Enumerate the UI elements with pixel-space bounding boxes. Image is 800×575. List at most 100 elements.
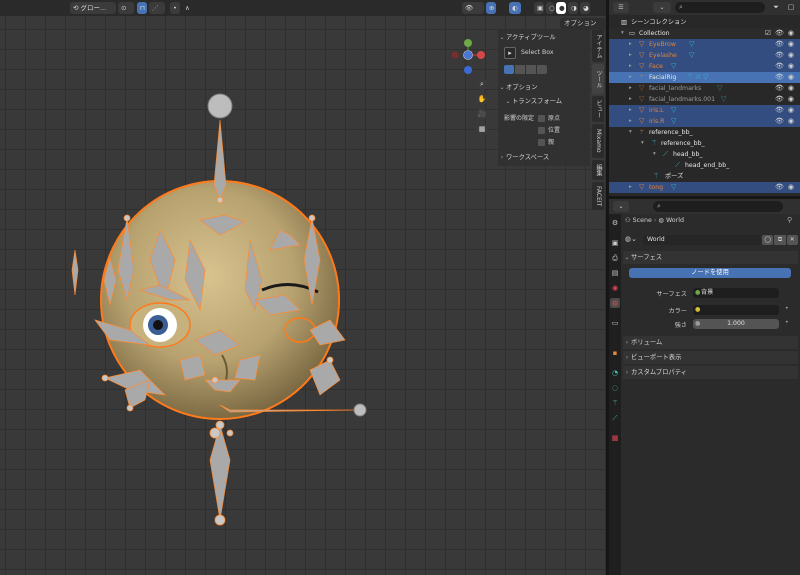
mesh-icon: ▽ — [639, 117, 645, 125]
outliner-row[interactable]: ▾ ⚚ reference_bb_ — [609, 138, 800, 149]
editor-type-dropdown[interactable]: ☰ — [613, 2, 629, 13]
row-toggles[interactable]: 👁◉ — [775, 182, 798, 193]
mode-set-button[interactable] — [504, 65, 514, 74]
world-tab-icon[interactable]: ◍ — [610, 298, 620, 308]
outliner-row[interactable]: ▸ ▽ Face ▽ 👁◉ — [609, 61, 800, 72]
outliner-search-input[interactable]: ⌕ — [675, 2, 765, 13]
outliner-scene-collection[interactable]: ▥ シーンコレクション — [609, 17, 800, 28]
outliner-row[interactable]: ▾ ⟋ head_bb_ — [609, 149, 800, 160]
tab-edit[interactable]: 編集 — [592, 160, 604, 180]
tab-faceit[interactable]: FACEIT — [592, 182, 604, 210]
jaw-control-bone[interactable] — [353, 403, 367, 417]
fake-user-icon[interactable]: ◯ — [762, 235, 774, 245]
tool-tab-icon[interactable]: ⚙ — [610, 218, 620, 228]
affect-origin-checkbox[interactable] — [538, 115, 545, 122]
filter-button[interactable]: ⏷ — [769, 2, 783, 13]
affect-parent-label: 親 — [548, 139, 555, 146]
row-toggles[interactable]: ☑👁◉ — [765, 28, 798, 39]
outliner-row[interactable]: ▸ ▽ facial_landmarks ▽ 👁◉ — [609, 83, 800, 94]
mode-subtract-button[interactable] — [526, 65, 536, 74]
zoom-button[interactable]: ⌕ — [476, 78, 488, 90]
gizmo-neg-z-axis[interactable] — [463, 50, 473, 60]
row-toggles[interactable]: 👁◉ — [775, 50, 798, 61]
row-toggles[interactable]: 👁◉ — [775, 39, 798, 50]
active-tool-header[interactable]: ⌄アクティブツール — [498, 32, 590, 44]
tab-mixamo[interactable]: Mixamo — [592, 124, 604, 158]
data-tab-icon[interactable]: ⚚ — [610, 398, 620, 408]
pin-icon[interactable]: ⚲ — [787, 216, 792, 224]
transform-subheader[interactable]: ⌄トランスフォーム — [504, 96, 596, 108]
affect-parent-checkbox[interactable] — [538, 139, 545, 146]
keyframe-dot-icon[interactable]: • — [785, 305, 789, 312]
render-tab-icon[interactable]: ▣ — [610, 238, 620, 248]
outliner-row[interactable]: ▸ ▽ iris.R ▽ 👁◉ — [609, 116, 800, 127]
properties-search-input[interactable]: ⌕ — [653, 201, 783, 212]
camera-view-button[interactable]: 🎥 — [476, 108, 488, 120]
world-browse-icon[interactable]: ◍⌄ — [625, 234, 637, 245]
view-layer-tab-icon[interactable]: ▤ — [610, 268, 620, 278]
area-divider-vertical[interactable] — [606, 0, 609, 575]
tab-item[interactable]: アイテム — [592, 30, 604, 62]
perspective-toggle[interactable]: ▦ — [476, 123, 488, 135]
pan-button[interactable]: ✋ — [476, 93, 488, 105]
row-toggles[interactable]: 👁◉ — [775, 94, 798, 105]
bone-tab-icon[interactable]: ⟋ — [610, 413, 620, 423]
outliner-row[interactable]: ▸ ▽ tong ▽ 👁◉ — [609, 182, 800, 193]
object-tab-icon[interactable]: ▪ — [610, 348, 620, 358]
row-toggles[interactable]: 👁◉ — [775, 61, 798, 72]
constraints-tab-icon[interactable]: ◌ — [610, 383, 620, 393]
editor-type-dropdown[interactable]: ⌄ — [613, 201, 629, 212]
tab-view[interactable]: ビュー — [592, 96, 604, 122]
gizmo-z-axis[interactable] — [464, 66, 472, 74]
affect-location-checkbox[interactable] — [538, 127, 545, 134]
collection-tab-icon[interactable]: ▭ — [610, 318, 620, 328]
outliner-row[interactable]: ▸ ▽ EyeBrow ▽ 👁◉ — [609, 39, 800, 50]
workspace-header[interactable]: › ワークスペース — [498, 152, 590, 164]
duplicate-icon[interactable]: ⧉ — [774, 235, 786, 245]
outliner-row[interactable]: ▸ ▽ Eyelashe ▽ 👁◉ — [609, 50, 800, 61]
mode-intersect-button[interactable] — [537, 65, 547, 74]
chevron-right-icon: ▸ — [629, 63, 632, 69]
gizmo-y-axis[interactable] — [464, 39, 472, 47]
scene-icon: ⚇ — [625, 217, 631, 224]
outliner-row[interactable]: ▸ ▽ facial_landmarks.001 ▽ 👁◉ — [609, 94, 800, 105]
surface-shader-field[interactable]: ● 背景 — [693, 288, 779, 298]
area-divider-horizontal[interactable] — [609, 196, 800, 199]
viewport-display-panel-header[interactable]: › ビューポート表示 — [623, 351, 798, 364]
new-collection-button[interactable]: ▢ — [785, 2, 797, 13]
outliner-row[interactable]: ▸ ▽ iris.L ▽ 👁◉ — [609, 105, 800, 116]
options-header[interactable]: ⌄オプション — [498, 82, 590, 94]
physics-tab-icon[interactable]: ◔ — [610, 368, 620, 378]
surface-panel-header[interactable]: ⌄サーフェス — [623, 251, 798, 264]
gizmo-x-axis[interactable] — [477, 51, 485, 59]
row-toggles[interactable]: 👁◉ — [775, 116, 798, 127]
outliner-row[interactable]: ⟋ head_end_bb_ — [609, 160, 800, 171]
selection-mode-buttons — [504, 65, 550, 74]
row-toggles[interactable]: 👁◉ — [775, 72, 798, 83]
outliner-row[interactable]: ▾ ⚚ reference_bb_ — [609, 127, 800, 138]
keyframe-dot-icon[interactable]: • — [785, 319, 789, 326]
gizmo-neg-x-axis[interactable] — [451, 51, 459, 59]
display-mode-dropdown[interactable]: ⌄ — [653, 2, 671, 13]
volume-panel-header[interactable]: › ボリューム — [623, 336, 798, 349]
scene-tab-icon[interactable]: ◉ — [610, 283, 620, 293]
navigation-gizmo[interactable] — [451, 39, 486, 74]
custom-properties-panel-header[interactable]: › カスタムプロパティ — [623, 366, 798, 379]
select-box-icon[interactable]: ▸ — [504, 47, 516, 59]
outliner-row[interactable]: ▸ ⚚ FacialRig ⚚ ⛌ ▽ 👁◉ — [609, 72, 800, 83]
strength-field[interactable]: ● 1.000 — [693, 319, 779, 329]
row-toggles[interactable]: 👁◉ — [775, 83, 798, 94]
unlink-icon[interactable]: ✕ — [786, 235, 798, 245]
use-nodes-button[interactable]: ノードを使用 — [629, 268, 791, 278]
tab-tool[interactable]: ツール — [592, 64, 604, 94]
head-control-bone[interactable] — [207, 93, 233, 119]
outliner-row[interactable]: ▾ ▭ Collection ☑👁◉ — [609, 28, 800, 39]
output-tab-icon[interactable]: ⎙ — [610, 253, 620, 263]
3d-viewport[interactable]: ⟲ グロー... ⊙ ⊓ ⋰ • ∧ 👁 ⊕ ◐ ▣ ○ ● ◑ ◕ オプション… — [0, 0, 606, 575]
outliner-row[interactable]: ⚚ ポーズ — [609, 171, 800, 182]
mode-extend-button[interactable] — [515, 65, 525, 74]
texture-tab-icon[interactable]: ▩ — [610, 433, 620, 443]
row-toggles[interactable]: 👁◉ — [775, 105, 798, 116]
world-name-field[interactable]: World — [643, 235, 761, 245]
color-field[interactable]: ● — [693, 305, 779, 315]
